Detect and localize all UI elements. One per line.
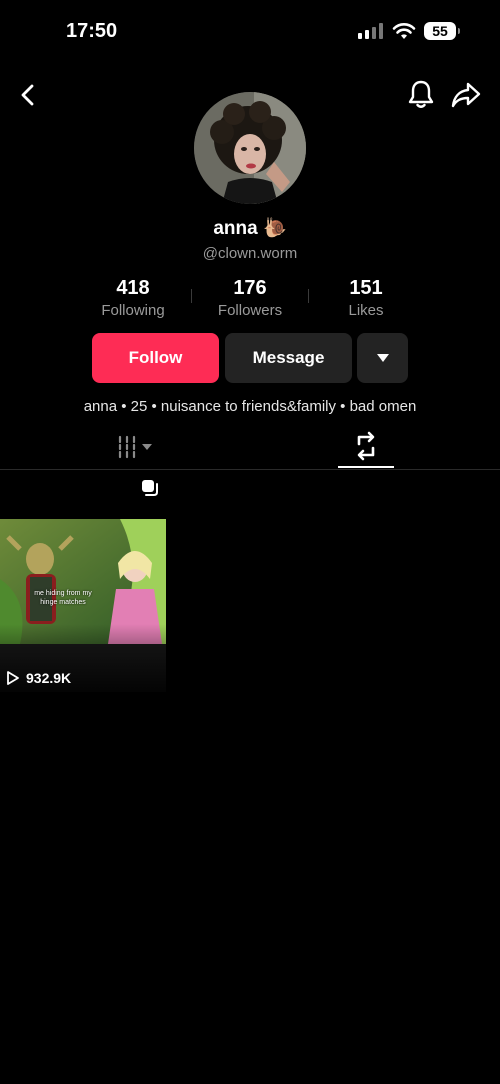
video-views: 932.9K	[6, 670, 71, 686]
signal-icon	[358, 23, 383, 39]
avatar[interactable]	[194, 92, 306, 204]
wifi-icon	[392, 23, 416, 39]
collection-icon	[142, 480, 158, 496]
stat-following[interactable]: 418 Following	[73, 277, 193, 319]
stat-likes-label: Likes	[348, 302, 384, 319]
bell-icon[interactable]	[406, 78, 436, 110]
share-icon[interactable]	[450, 80, 482, 110]
stat-followers[interactable]: 176 Followers	[190, 277, 310, 319]
follow-button[interactable]: Follow	[92, 333, 219, 383]
tabs-divider	[0, 469, 500, 470]
stat-following-value: 418	[116, 277, 150, 299]
battery-indicator: 55	[424, 22, 460, 40]
back-icon[interactable]	[14, 80, 44, 110]
profile-handle: @clown.worm	[202, 245, 298, 262]
more-options-button[interactable]	[357, 333, 408, 383]
video-thumbnail[interactable]: me hiding from my hinge matches	[0, 519, 166, 692]
active-tab-indicator	[338, 466, 394, 468]
profile-bio: anna • 25 • nuisance to friends&family •…	[83, 398, 417, 415]
play-icon	[7, 671, 19, 685]
stat-followers-value: 176	[233, 277, 267, 299]
stat-followers-label: Followers	[217, 302, 283, 319]
stat-likes-value: 151	[349, 277, 383, 299]
video-views-count: 932.9K	[26, 670, 72, 686]
message-button[interactable]: Message	[225, 333, 352, 383]
reposts-tab-icon[interactable]	[338, 430, 394, 462]
profile-name: anna 🐌	[213, 218, 287, 239]
caret-down-icon	[376, 354, 389, 362]
videos-tab-grid-icon[interactable]	[115, 434, 155, 460]
stat-likes[interactable]: 151 Likes	[306, 277, 426, 319]
status-icons: 55	[358, 22, 460, 40]
video-caption: me hiding from my hinge matches	[34, 590, 92, 606]
stat-following-label: Following	[101, 302, 165, 319]
status-time: 17:50	[66, 20, 118, 42]
